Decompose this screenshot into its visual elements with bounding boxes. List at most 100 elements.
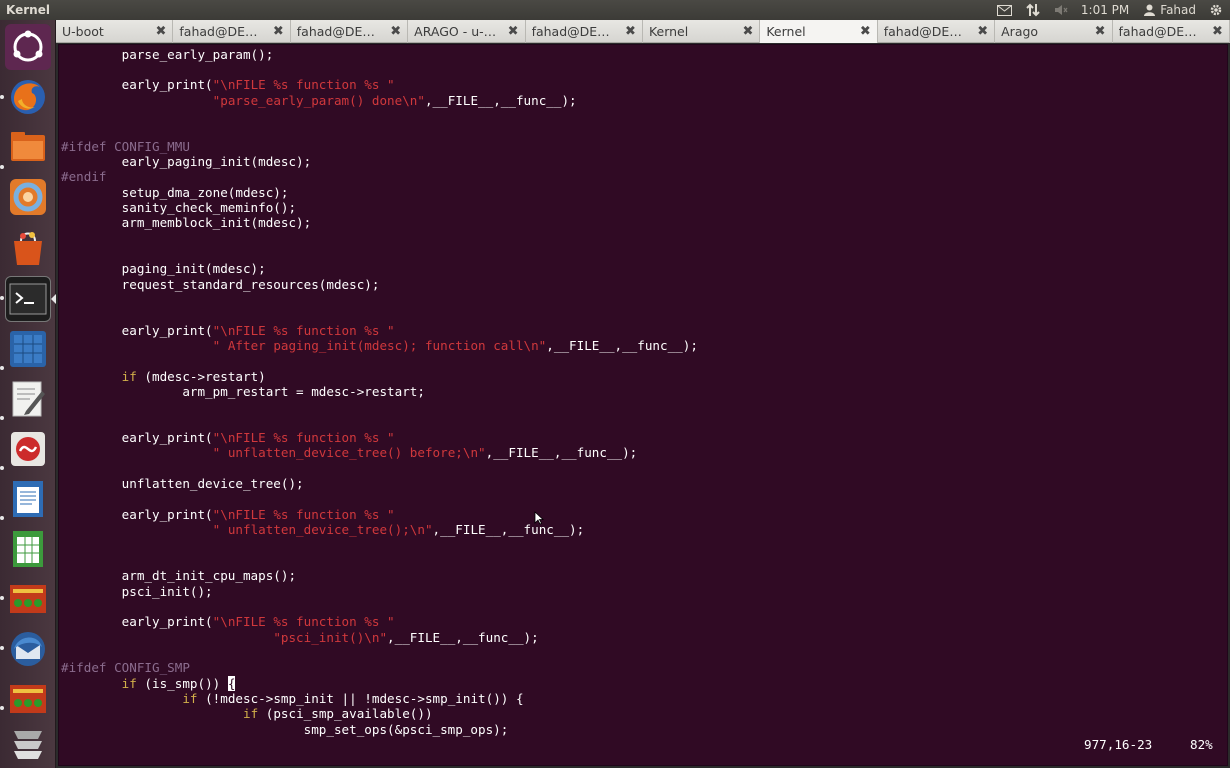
code-token: #ifdef CONFIG_SMP [61,660,190,676]
close-icon[interactable]: ✖ [1212,20,1223,43]
code-line: if (!mdesc->smp_init || !mdesc->smp_init… [61,691,698,706]
pdf-viewer-icon[interactable] [5,426,51,472]
code-line: " unflatten_device_tree() before;\n",__F… [61,445,698,460]
tab-fahad-1[interactable]: fahad@DEX... ✖ [173,20,291,43]
terminal-view[interactable]: parse_early_param(); early_print("\nFILE… [58,44,1228,766]
network-board-icon[interactable] [5,576,51,622]
running-indicator [0,95,4,99]
tab-arago[interactable]: Arago ✖ [995,20,1113,43]
close-icon[interactable]: ✖ [625,20,636,43]
code-line: if (psci_smp_available()) [61,706,698,721]
code-token: "parse_early_param() done\n" [212,92,425,108]
tab-fahad-2[interactable]: fahad@DEX... ✖ [291,20,409,43]
close-icon[interactable]: ✖ [977,20,988,43]
volume-muted-icon[interactable] [1053,3,1069,17]
terminal-icon[interactable] [5,276,51,322]
tab-u-boot[interactable]: U-boot ✖ [56,20,174,43]
mail-icon[interactable] [997,3,1013,17]
code-line: early_print("\nFILE %s function %s " [61,77,698,92]
code-line: unflatten_device_tree(); [61,476,698,491]
scroll-percent: 82% [1190,737,1213,752]
text-editor-icon[interactable] [5,376,51,422]
running-indicator [0,706,4,710]
code-token: early_print( [61,506,213,522]
code-line: early_paging_init(mdesc); [61,154,698,169]
close-icon[interactable]: ✖ [860,20,871,43]
running-indicator [0,296,4,300]
code-token: early_print( [61,77,213,93]
calculator-icon[interactable] [5,326,51,372]
code-token: (psci_smp_available()) [258,706,433,722]
code-token: if [121,675,137,691]
code-line: "parse_early_param() done\n",__FILE__,__… [61,93,698,108]
close-icon[interactable]: ✖ [155,20,166,43]
code-line: #ifdef CONFIG_SMP [61,660,698,675]
code-token: "\nFILE %s function %s " [212,614,395,630]
code-line: #ifdef CONFIG_MMU [61,139,698,154]
user-menu[interactable]: Fahad [1141,3,1196,17]
code-line: paging_init(mdesc); [61,261,698,276]
tab-label: fahad@DEX... [179,24,266,39]
code-token: " unflatten_device_tree();\n" [212,522,433,538]
code-line: " After paging_init(mdesc); function cal… [61,338,698,353]
running-indicator [0,416,4,420]
code-token: ,__FILE__,__func__); [546,338,698,354]
code-line: arm_pm_restart = mdesc->restart; [61,384,698,399]
tab-arago-u-boot[interactable]: ARAGO - u-b... ✖ [408,20,526,43]
network-board-2-icon[interactable] [5,676,51,722]
code-token: "\nFILE %s function %s " [212,77,395,93]
ubuntu-dash-icon[interactable] [5,24,51,70]
close-icon[interactable]: ✖ [508,20,519,43]
vim-buffer[interactable]: parse_early_param(); early_print("\nFILE… [61,47,698,737]
files-icon[interactable] [5,124,51,170]
code-line: sanity_check_meminfo(); [61,200,698,215]
code-line: "psci_init()\n",__FILE__,__func__); [61,630,698,645]
tab-label: fahad@DEX... [531,24,618,39]
tab-fahad-4[interactable]: fahad@DEX... ✖ [878,20,996,43]
close-icon[interactable]: ✖ [1095,20,1106,43]
code-token: early_print( [61,430,213,446]
code-line: if (is_smp()) { [61,675,698,691]
code-token: "\nFILE %s function %s " [212,506,395,522]
code-line: " unflatten_device_tree();\n",__FILE__,_… [61,522,698,537]
tab-label: fahad@DEX... [296,24,383,39]
sphere-app-icon[interactable] [5,174,51,220]
firefox-icon[interactable] [5,74,51,120]
workspaces-icon[interactable] [5,720,51,766]
code-token: ,__FILE__,__func__); [424,92,577,108]
thunderbird-icon[interactable] [5,626,51,672]
close-icon[interactable]: ✖ [390,20,401,43]
close-icon[interactable]: ✖ [742,20,753,43]
software-center-icon[interactable] [5,224,51,270]
code-token: if [242,706,259,722]
network-icon[interactable] [1025,3,1041,17]
calc-spreadsheet-icon[interactable] [5,526,51,572]
code-token: " After paging_init(mdesc); function cal… [212,338,547,354]
tab-fahad-5[interactable]: fahad@DEX... ✖ [1113,20,1230,43]
clock[interactable]: 1:01 PM [1081,3,1129,17]
tab-fahad-3[interactable]: fahad@DEX... ✖ [526,20,643,43]
tab-label: Arago [1001,24,1039,39]
indicator-area: 1:01 PM Fahad [997,3,1230,17]
tab-kernel-active[interactable]: Kernel ✖ [760,20,878,43]
writer-icon[interactable] [5,476,51,522]
code-line: #endif [61,169,698,184]
code-token: "psci_init()\n" [273,629,388,645]
active-indicator [51,294,56,304]
running-indicator [0,466,4,470]
tab-kernel-1[interactable]: Kernel ✖ [643,20,761,43]
close-icon[interactable]: ✖ [273,20,284,43]
gear-icon[interactable] [1208,3,1224,17]
